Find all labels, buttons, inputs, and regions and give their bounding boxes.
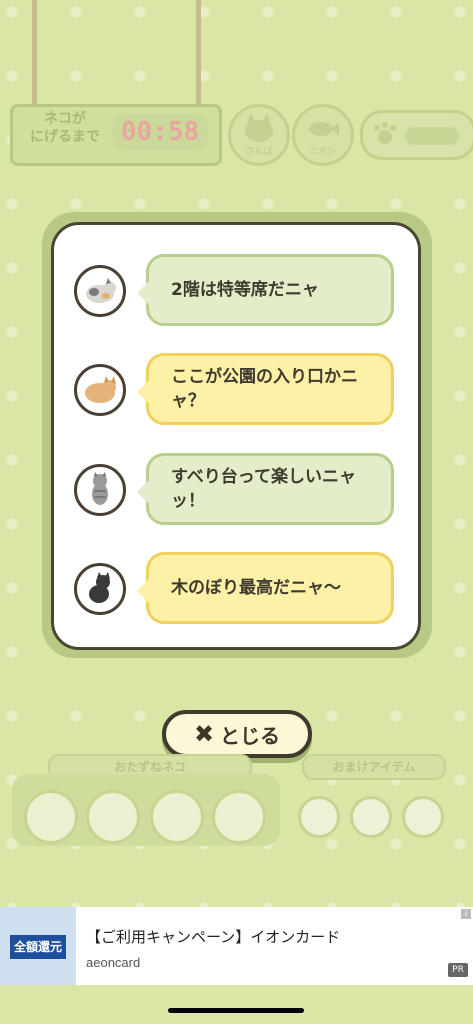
shop-pill-button[interactable] bbox=[360, 110, 473, 160]
ad-info-icon[interactable]: i bbox=[461, 909, 471, 919]
walk-cat-label: さんぽ bbox=[245, 147, 273, 157]
black-cat-icon bbox=[74, 563, 126, 615]
paw-icon bbox=[374, 122, 459, 145]
bubble-tail bbox=[137, 281, 149, 305]
walk-cat-button[interactable]: さんぽ bbox=[228, 104, 290, 166]
timer-label-line2: にげるまで bbox=[30, 129, 100, 145]
cat-slot-3[interactable] bbox=[150, 790, 204, 844]
ad-title[interactable]: 【ご利用キャンペーン】イオンカード bbox=[86, 926, 340, 947]
hanging-rope-right bbox=[196, 0, 201, 104]
message-bubble: 木のぼり最高だニャ〜 bbox=[137, 552, 394, 624]
gray-calico-cat-icon bbox=[74, 265, 126, 317]
message-row: 木のぼり最高だニャ〜 bbox=[70, 552, 400, 632]
bubble-tail bbox=[137, 380, 149, 404]
message-text: すべり台って楽しいニャッ！ bbox=[171, 467, 356, 511]
message-text: 2階は特等席だニャ bbox=[171, 280, 319, 300]
ad-image[interactable]: 全額還元 bbox=[0, 907, 76, 985]
message-row: ここが公園の入り口かニャ？ bbox=[70, 353, 400, 433]
close-label: とじる bbox=[220, 723, 281, 748]
orange-fluffy-cat-icon bbox=[74, 364, 126, 416]
message-text: 木のぼり最高だニャ〜 bbox=[171, 578, 341, 598]
message-text: ここが公園の入り口かニャ？ bbox=[171, 367, 358, 411]
close-button[interactable]: ✖ とじる bbox=[162, 710, 312, 758]
clover-item-slot[interactable] bbox=[350, 796, 392, 838]
tab-bonus-items[interactable]: おまけアイテム bbox=[302, 754, 446, 780]
cat-icon bbox=[245, 113, 273, 142]
close-icon: ✖ bbox=[193, 720, 215, 748]
hanging-rope-left bbox=[32, 0, 37, 104]
leaf-item-slot[interactable] bbox=[402, 796, 444, 838]
message-bubble: ここが公園の入り口かニャ？ bbox=[137, 353, 394, 425]
timer-label-line1: ネコが bbox=[44, 111, 86, 127]
cat-slot-2[interactable] bbox=[86, 790, 140, 844]
dried-fish-button[interactable]: ニボシ bbox=[292, 104, 354, 166]
timer-label: ネコが にげるまで bbox=[18, 110, 112, 146]
fish-icon bbox=[309, 122, 339, 136]
gray-tabby-cat-icon bbox=[74, 464, 126, 516]
ad-pr-badge: PR bbox=[448, 963, 468, 977]
ad-advertiser: aeoncard bbox=[86, 955, 141, 970]
bubble-tail bbox=[137, 579, 149, 603]
message-row: 2階は特等席だニャ bbox=[70, 254, 400, 334]
message-bubble: すべり台って楽しいニャッ！ bbox=[137, 453, 394, 525]
ad-image-text: 全額還元 bbox=[10, 935, 66, 959]
apple-item-slot[interactable] bbox=[298, 796, 340, 838]
home-indicator[interactable] bbox=[168, 1008, 304, 1013]
bubble-tail bbox=[137, 480, 149, 504]
timer-value: 00:58 bbox=[112, 114, 208, 150]
dried-fish-label: ニボシ bbox=[309, 147, 337, 157]
cat-slot-1[interactable] bbox=[24, 790, 78, 844]
message-row: すべり台って楽しいニャッ！ bbox=[70, 453, 400, 533]
message-bubble: 2階は特等席だニャ bbox=[137, 254, 394, 326]
cat-slot-4[interactable] bbox=[212, 790, 266, 844]
